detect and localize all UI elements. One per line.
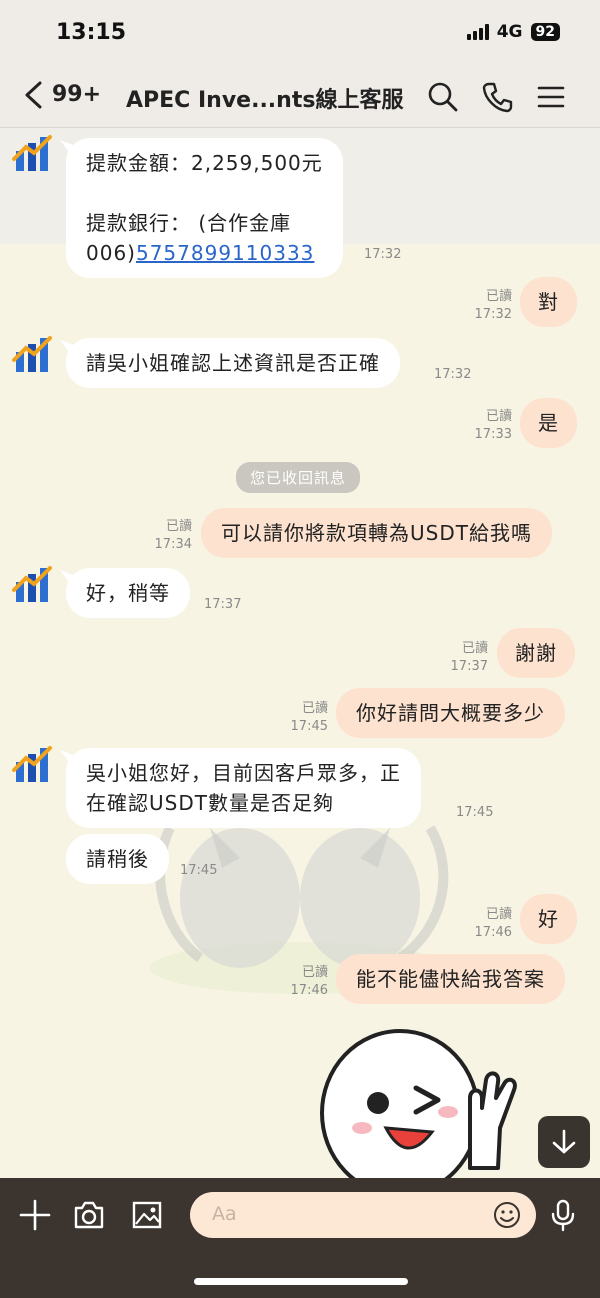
message-time: 17:32	[474, 307, 512, 322]
message-bubble-outgoing[interactable]: 謝謝	[497, 628, 575, 678]
message-input[interactable]: Aa	[190, 1192, 536, 1238]
message-time: 17:37	[450, 659, 488, 674]
avatar-icon[interactable]	[12, 334, 54, 376]
read-receipt: 已讀	[165, 519, 192, 534]
chat-area[interactable]: 提款金額：2,259,500元 提款銀行： (合作金庫 006)57578991…	[0, 128, 600, 1178]
message-text: 請吳小姐確認上述資訊是否正確	[86, 351, 380, 375]
message-text: 你好請問大概要多少	[356, 701, 545, 725]
unread-count[interactable]: 99+	[52, 82, 101, 107]
recalled-message-notice: 您已收回訊息	[236, 462, 361, 493]
message-text: 是	[538, 411, 559, 435]
status-bar: 13:15 4G 92	[0, 0, 600, 66]
camera-icon[interactable]	[72, 1198, 106, 1232]
menu-icon[interactable]	[534, 80, 568, 114]
message-time: 17:32	[434, 367, 472, 382]
message-time: 17:46	[474, 925, 512, 940]
message-bubble-incoming[interactable]: 提款金額：2,259,500元 提款銀行： (合作金庫 006)57578991…	[66, 138, 343, 278]
status-time: 13:15	[56, 20, 127, 45]
message-bubble-incoming[interactable]: 請吳小姐確認上述資訊是否正確	[66, 338, 400, 388]
message-text: 可以請你將款項轉為USDT給我嗎	[221, 521, 532, 545]
read-receipt: 已讀	[461, 641, 488, 656]
message-bubble-outgoing[interactable]: 能不能儘快給我答案	[336, 954, 565, 1004]
scroll-to-bottom-button[interactable]	[538, 1116, 590, 1168]
message-text: 提款銀行： (合作金庫	[86, 211, 292, 235]
message-text: 謝謝	[515, 641, 557, 665]
message-time: 17:46	[290, 983, 328, 998]
search-icon[interactable]	[426, 80, 460, 114]
message-composer: Aa	[0, 1178, 600, 1298]
message-text: 吳小姐您好，目前因客戶眾多，正	[86, 761, 401, 785]
message-bubble-outgoing[interactable]: 是	[520, 398, 577, 448]
emoji-icon[interactable]	[492, 1200, 522, 1230]
sticker-image	[320, 1029, 517, 1178]
message-text: 能不能儘快給我答案	[356, 967, 545, 991]
message-time: 17:37	[204, 597, 242, 612]
message-time: 17:32	[364, 247, 402, 262]
message-time: 17:45	[456, 805, 494, 820]
message-bubble-incoming[interactable]: 好，稍等	[66, 568, 190, 618]
message-text: 006)	[86, 241, 136, 265]
chat-header: 99+ APEC Inve...nts線上客服	[0, 66, 600, 128]
account-number-link[interactable]: 5757899110333	[136, 241, 314, 265]
signal-icon	[466, 24, 489, 40]
message-input-placeholder: Aa	[212, 1203, 237, 1225]
message-time: 17:45	[180, 863, 218, 878]
plus-icon[interactable]	[18, 1198, 52, 1232]
message-bubble-outgoing[interactable]: 對	[520, 277, 577, 327]
message-text: 在確認USDT數量是否足夠	[86, 791, 334, 815]
network-type: 4G	[496, 22, 523, 42]
image-icon[interactable]	[130, 1198, 164, 1232]
message-time: 17:34	[154, 537, 192, 552]
arrow-down-icon	[552, 1129, 576, 1154]
message-text: 提款金額：2,259,500元	[86, 151, 323, 175]
message-text: 請稍後	[86, 847, 149, 871]
message-text: 對	[538, 290, 559, 314]
message-bubble-incoming[interactable]: 請稍後	[66, 834, 169, 884]
phone-icon[interactable]	[481, 80, 515, 114]
avatar-icon[interactable]	[12, 564, 54, 606]
status-indicators: 4G 92	[466, 22, 560, 42]
message-time: 17:33	[474, 427, 512, 442]
home-indicator	[194, 1278, 408, 1285]
message-bubble-incoming[interactable]: 吳小姐您好，目前因客戶眾多，正 在確認USDT數量是否足夠	[66, 748, 421, 828]
read-receipt: 已讀	[485, 409, 512, 424]
message-time: 17:45	[290, 719, 328, 734]
message-bubble-outgoing[interactable]: 好	[520, 894, 577, 944]
message-bubble-outgoing[interactable]: 你好請問大概要多少	[336, 688, 565, 738]
battery-level: 92	[530, 23, 560, 41]
message-bubble-outgoing[interactable]: 可以請你將款項轉為USDT給我嗎	[201, 508, 552, 558]
message-text: 好，稍等	[86, 581, 170, 605]
back-chevron-icon[interactable]	[22, 80, 46, 110]
microphone-icon[interactable]	[546, 1198, 580, 1232]
read-receipt: 已讀	[301, 965, 328, 980]
read-receipt: 已讀	[485, 289, 512, 304]
avatar-icon[interactable]	[12, 133, 54, 175]
message-text: 好	[538, 907, 559, 931]
read-receipt: 已讀	[485, 907, 512, 922]
avatar-icon[interactable]	[12, 744, 54, 786]
chat-title: APEC Inve...nts線上客服	[126, 88, 404, 113]
read-receipt: 已讀	[301, 701, 328, 716]
